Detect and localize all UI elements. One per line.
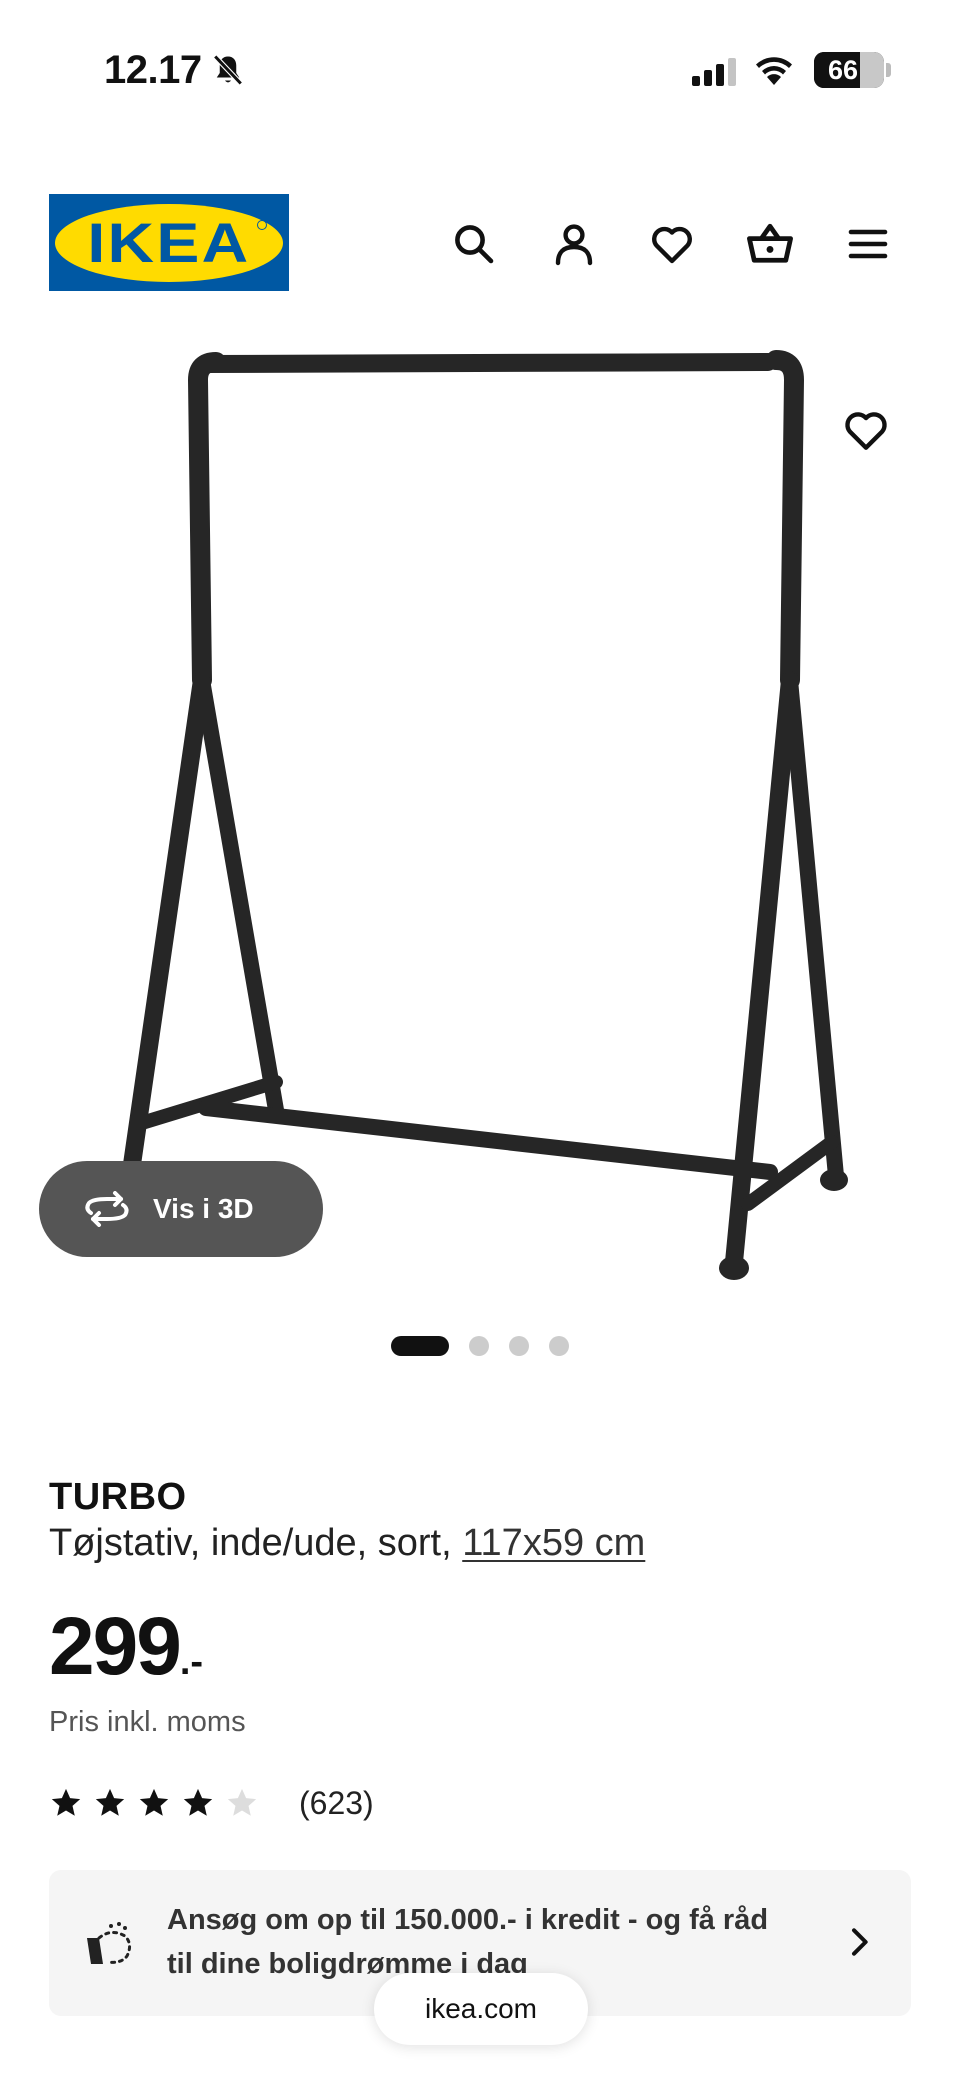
battery-tip [886, 63, 891, 77]
pagination-dot[interactable] [549, 1336, 569, 1356]
cellular-signal-icon [692, 58, 736, 86]
rotate-3d-icon [85, 1191, 129, 1227]
view-in-3d-button[interactable]: Vis i 3D [39, 1161, 323, 1257]
image-pagination [0, 1336, 960, 1356]
account-button[interactable] [544, 214, 604, 274]
search-icon [455, 225, 494, 264]
pagination-dot-active[interactable] [391, 1336, 449, 1356]
product-description: Tøjstativ, inde/ude, sort, 117x59 cm [49, 1522, 645, 1565]
chevron-right-icon [852, 1928, 868, 1956]
heart-icon [845, 412, 887, 450]
menu-icon [848, 229, 888, 259]
basket-button[interactable] [740, 214, 800, 274]
header-icons [0, 214, 960, 274]
star-empty-icon [227, 1788, 257, 1816]
wifi-icon [756, 57, 792, 85]
price-main: 299 [49, 1601, 182, 1692]
user-icon [555, 224, 593, 266]
pagination-dot[interactable] [509, 1336, 529, 1356]
bell-muted-icon [213, 54, 243, 86]
status-bar: 12.17 66 [0, 0, 960, 140]
status-time: 12.17 [104, 48, 202, 92]
wishlist-button[interactable] [642, 214, 702, 274]
pagination-dot[interactable] [469, 1336, 489, 1356]
price-suffix: .- [179, 1641, 204, 1683]
browser-url-pill[interactable]: ikea.com [374, 1973, 588, 2045]
product-description-text: Tøjstativ, inde/ude, sort, [49, 1522, 463, 1564]
battery-indicator: 66 [814, 52, 884, 88]
heart-icon [652, 226, 692, 264]
product-favorite-button[interactable] [836, 400, 896, 460]
basket-icon [747, 223, 793, 263]
star-filled-icon [139, 1788, 169, 1816]
rating-count: (623) [299, 1784, 374, 1821]
product-price: 299.- [49, 1600, 203, 1694]
price-note: Pris inkl. moms [49, 1706, 246, 1738]
star-filled-icon [183, 1788, 213, 1816]
rating-stars [49, 1786, 269, 1820]
view-in-3d-label: Vis i 3D [153, 1193, 254, 1224]
menu-button[interactable] [838, 214, 898, 274]
search-button[interactable] [444, 214, 504, 274]
battery-level: 66 [827, 55, 859, 85]
product-name: TURBO [49, 1476, 187, 1518]
product-image-clothes-rack[interactable] [0, 320, 960, 1300]
product-rating[interactable]: (623) [49, 1785, 374, 1821]
star-filled-icon [51, 1788, 81, 1816]
product-size-link[interactable]: 117x59 cm [462, 1522, 645, 1564]
star-filled-icon [95, 1788, 125, 1816]
credit-pouch-icon [87, 1922, 132, 1964]
